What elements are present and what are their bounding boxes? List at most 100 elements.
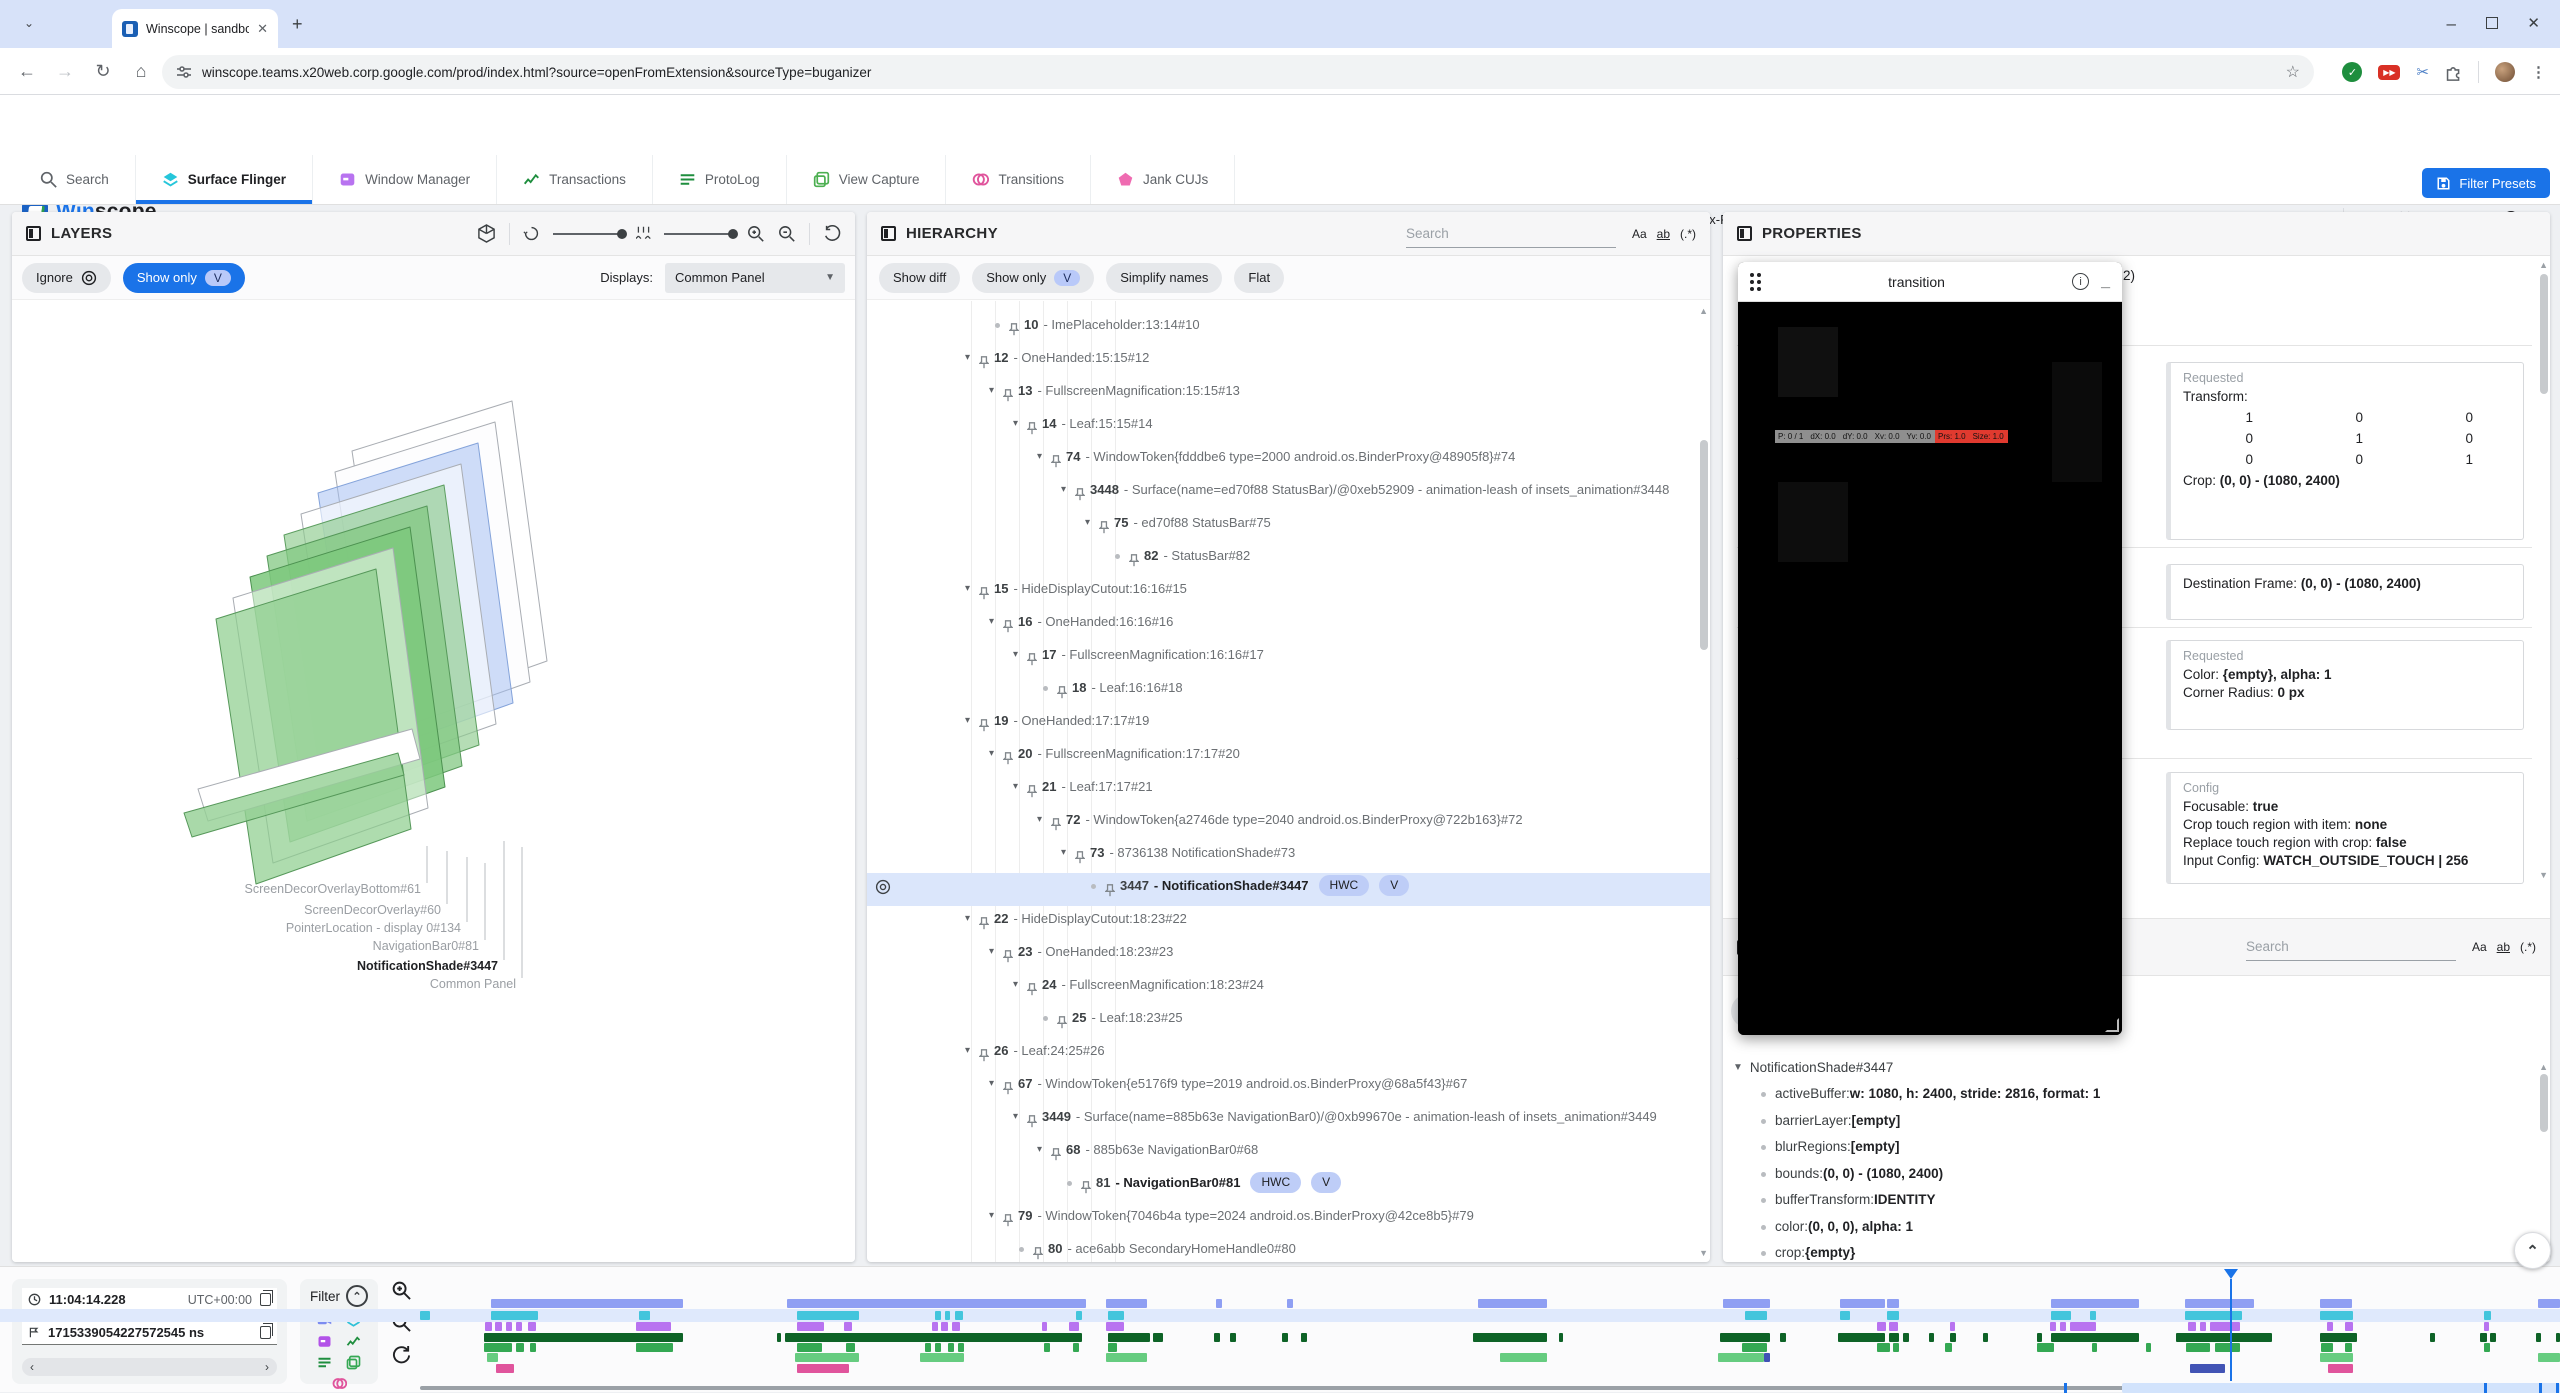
trace-entry[interactable] xyxy=(2490,1333,2496,1342)
extension-check-icon[interactable]: ✓ xyxy=(2342,62,2362,82)
property-item[interactable]: color: (0, 0, 0), alpha: 1 xyxy=(1761,1214,2536,1241)
trace-entry[interactable] xyxy=(2345,1343,2352,1352)
trace-entry[interactable] xyxy=(2320,1311,2353,1320)
trace-entry[interactable] xyxy=(2484,1322,2489,1331)
trace-entry[interactable] xyxy=(1889,1333,1899,1342)
track-surface-flinger[interactable] xyxy=(420,1311,2560,1320)
pin-icon[interactable] xyxy=(1003,385,1013,411)
extension-play-icon[interactable]: ▶▶ xyxy=(2378,65,2400,80)
match-tool-Aa[interactable]: Aa xyxy=(1632,227,1647,241)
trace-entry[interactable] xyxy=(1780,1333,1786,1342)
view-capture-trace-icon[interactable] xyxy=(346,1355,361,1370)
pin-icon[interactable] xyxy=(1027,418,1037,444)
collapse-chevron-icon[interactable]: ▾ xyxy=(965,1038,977,1064)
collapse-chevron-icon[interactable]: ▾ xyxy=(989,609,1001,635)
ns-time-row[interactable]: 1715339054227572545 ns xyxy=(22,1321,277,1345)
trace-entry[interactable] xyxy=(2210,1322,2240,1331)
pin-icon[interactable] xyxy=(1027,979,1037,1005)
spacing-slider[interactable] xyxy=(664,233,734,235)
property-item[interactable]: activeBuffer: w: 1080, h: 2400, stride: … xyxy=(1761,1081,2536,1108)
trace-entry[interactable] xyxy=(1889,1322,1898,1331)
trace-entry[interactable] xyxy=(935,1311,941,1320)
transitions-trace-icon[interactable] xyxy=(332,1376,347,1391)
property-item[interactable]: blurRegions: [empty] xyxy=(1761,1134,2536,1161)
bookmark-star-icon[interactable]: ☆ xyxy=(2286,62,2300,82)
profile-avatar[interactable] xyxy=(2495,62,2515,82)
tree-row[interactable]: 18- Leaf:16:16#18 xyxy=(867,675,1710,708)
tab-close-icon[interactable]: ✕ xyxy=(257,21,268,37)
tree-row[interactable]: ▾67- WindowToken{e5176f9 type=2019 andro… xyxy=(867,1071,1710,1104)
forward-icon[interactable]: → xyxy=(46,61,84,82)
trace-entry[interactable] xyxy=(1718,1353,1764,1362)
trace-entry[interactable] xyxy=(1945,1343,1952,1352)
pin-icon[interactable] xyxy=(1003,616,1013,642)
tree-row[interactable]: ▾19- OneHanded:17:17#19 xyxy=(867,708,1710,741)
trace-entry[interactable] xyxy=(1877,1322,1886,1331)
trace-entry[interactable] xyxy=(1742,1343,1767,1352)
extension-scissors-icon[interactable]: ✂ xyxy=(2416,63,2429,81)
tree-row[interactable]: ▾12- OneHanded:15:15#12 xyxy=(867,345,1710,378)
trace-entry[interactable] xyxy=(2186,1343,2210,1352)
pin-icon[interactable] xyxy=(979,1045,989,1071)
tree-row[interactable]: ▾13- FullscreenMagnification:15:15#13 xyxy=(867,378,1710,411)
tree-row[interactable]: ▾14- Leaf:15:15#14 xyxy=(867,411,1710,444)
ignore-chip[interactable]: Ignore xyxy=(22,263,111,293)
collapse-chevron-icon[interactable]: ▾ xyxy=(1013,1104,1025,1130)
new-tab-button[interactable]: + xyxy=(292,14,303,35)
collapse-chevron-icon[interactable]: ▾ xyxy=(1013,972,1025,998)
displays-select[interactable]: Common Panel▼ xyxy=(665,263,845,293)
trace-entry[interactable] xyxy=(1764,1353,1770,1362)
resize-handle-icon[interactable] xyxy=(2105,1018,2119,1032)
collapse-chevron-icon[interactable]: ▾ xyxy=(1085,510,1097,536)
trace-entry[interactable] xyxy=(958,1343,964,1352)
trace-entry[interactable] xyxy=(2070,1322,2096,1331)
trace-entry[interactable] xyxy=(1983,1333,1988,1342)
trace-entry[interactable] xyxy=(2538,1299,2560,1308)
trace-entry[interactable] xyxy=(506,1322,512,1331)
trace-entry[interactable] xyxy=(491,1311,538,1320)
pin-icon[interactable] xyxy=(1003,1078,1013,1104)
layers-3d-canvas[interactable]: ScreenDecorOverlayBottom#61ScreenDecorOv… xyxy=(12,301,855,1262)
tree-row[interactable]: ▾3448- Surface(name=ed70f88 StatusBar)/@… xyxy=(867,477,1710,510)
tree-row[interactable]: ▾16- OneHanded:16:16#16 xyxy=(867,609,1710,642)
collapse-chevron-icon[interactable]: ▾ xyxy=(965,708,977,734)
collapse-chevron-icon[interactable]: ▾ xyxy=(989,939,1001,965)
trace-entry[interactable] xyxy=(2536,1333,2541,1342)
trace-entry[interactable] xyxy=(2538,1353,2560,1362)
trace-entry[interactable] xyxy=(1929,1333,1934,1342)
trace-entry[interactable] xyxy=(2190,1364,2225,1373)
trace-entry[interactable] xyxy=(1287,1299,1293,1308)
trace-entry[interactable] xyxy=(2037,1333,2042,1342)
tree-row[interactable]: ▾22- HideDisplayCutout:18:23#22 xyxy=(867,906,1710,939)
search-match-tools[interactable]: Aaab(.*) xyxy=(2472,940,2536,954)
pin-icon[interactable] xyxy=(1033,1243,1043,1262)
match-tool-(.*)[interactable]: (.*) xyxy=(1680,227,1696,241)
trace-entry[interactable] xyxy=(844,1322,852,1331)
trace-entry[interactable] xyxy=(1044,1343,1050,1352)
scroll-up-icon[interactable]: ▲ xyxy=(2539,260,2548,270)
trace-entry[interactable] xyxy=(2320,1299,2352,1308)
trace-entry[interactable] xyxy=(487,1353,498,1362)
pin-icon[interactable] xyxy=(1051,1144,1061,1170)
track-window-manager[interactable] xyxy=(420,1322,2560,1331)
trace-entry[interactable] xyxy=(516,1322,522,1331)
track-view-capture[interactable] xyxy=(420,1353,2560,1362)
zoom-in-icon[interactable] xyxy=(747,225,765,243)
trace-entry[interactable] xyxy=(1282,1333,1288,1342)
trace-entry[interactable] xyxy=(846,1343,855,1352)
trace-entry[interactable] xyxy=(945,1311,950,1320)
pin-icon[interactable] xyxy=(979,583,989,609)
trace-entry[interactable] xyxy=(2320,1353,2353,1362)
trace-entry[interactable] xyxy=(1301,1333,1307,1342)
reset-view-icon[interactable] xyxy=(823,225,841,243)
tree-row[interactable]: ▾79- WindowToken{7046b4a type=2024 andro… xyxy=(867,1203,1710,1236)
tree-row[interactable]: 3447- NotificationShade#3447HWCV xyxy=(867,873,1710,906)
trace-entry[interactable] xyxy=(2185,1311,2242,1320)
collapse-chevron-icon[interactable]: ▾ xyxy=(1013,411,1025,437)
match-tool-ab[interactable]: ab xyxy=(2497,940,2510,954)
trace-entry[interactable] xyxy=(2185,1299,2254,1308)
trace-entry[interactable] xyxy=(941,1322,948,1331)
window-minimize-button[interactable]: – xyxy=(2447,14,2456,34)
pin-icon[interactable] xyxy=(1003,748,1013,774)
trace-entry[interactable] xyxy=(1073,1343,1079,1352)
